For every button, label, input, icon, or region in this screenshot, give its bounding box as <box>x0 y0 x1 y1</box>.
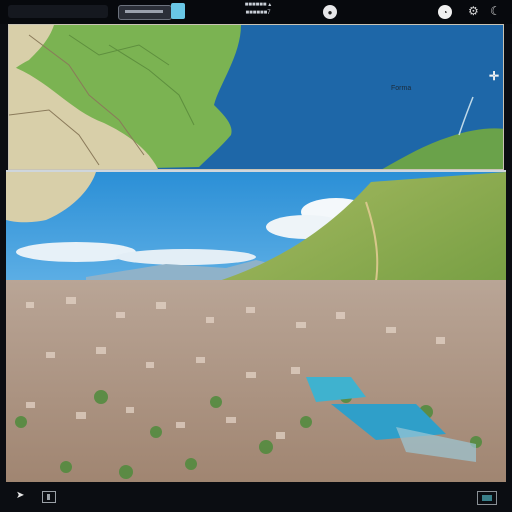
window-title-line2: ■■■■■■7 <box>245 10 271 16</box>
moon-icon[interactable]: ☾ <box>490 4 501 18</box>
panel-toggle-icon[interactable] <box>171 3 185 19</box>
bottom-toolbar: ➤ <box>0 482 512 512</box>
clock-icon[interactable]: ◔ <box>438 5 452 19</box>
city-photo <box>6 170 506 482</box>
settings-icon[interactable]: ⚙ <box>468 4 479 18</box>
text-cursor-icon[interactable] <box>42 491 56 503</box>
screen-frame: ■■■■■■ ▴ ■■■■■■7 ● ◔ ⚙ ☾ Forma ✛ ➤ <box>0 0 512 512</box>
top-toolbar: ■■■■■■ ▴ ■■■■■■7 ● ◔ ⚙ ☾ <box>0 0 512 24</box>
pointer-icon[interactable]: ➤ <box>16 490 24 501</box>
window-title-line1: ■■■■■■ ▴ <box>244 2 272 8</box>
window-icon[interactable] <box>8 5 108 18</box>
map-canvas <box>9 25 503 169</box>
map-place-label: Forma <box>391 85 412 92</box>
record-icon[interactable]: ● <box>323 5 337 19</box>
city-photo-canvas <box>6 172 506 482</box>
map-pin-icon[interactable]: ✛ <box>489 69 499 83</box>
map-pane[interactable]: Forma ✛ <box>8 24 504 170</box>
window-title: ■■■■■■ ▴ ■■■■■■7 <box>228 1 288 17</box>
screen-icon[interactable] <box>477 491 497 505</box>
search-field[interactable] <box>118 5 172 20</box>
